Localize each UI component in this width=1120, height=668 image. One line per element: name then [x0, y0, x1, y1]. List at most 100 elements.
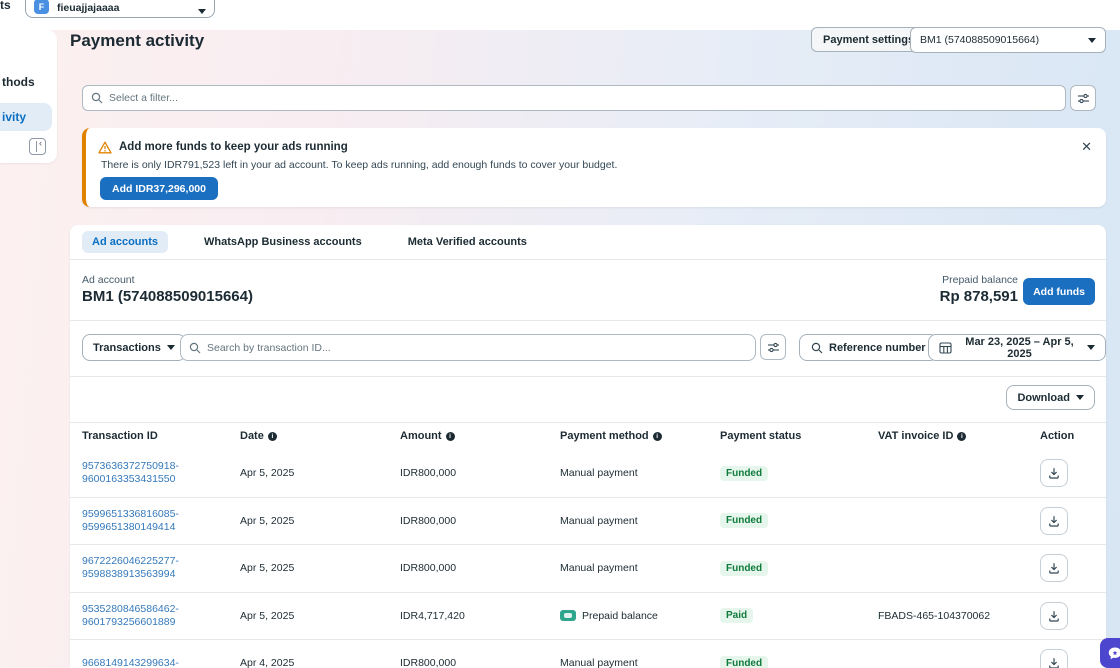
tab-meta-verified-accounts[interactable]: Meta Verified accounts: [398, 231, 537, 253]
table-row: 9535280846586462-9601793256601889 Apr 5,…: [70, 593, 1106, 641]
column-label: Date: [240, 430, 264, 442]
sidebar-collapse-icon[interactable]: [29, 138, 46, 155]
transaction-search-input[interactable]: Search by transaction ID...: [180, 334, 756, 361]
banner-title: Add more funds to keep your ads running: [119, 141, 348, 153]
transaction-date: Apr 5, 2025: [240, 610, 400, 622]
column-label: Transaction ID: [82, 430, 158, 442]
chevron-down-icon: [1076, 395, 1084, 400]
prepaid-balance-label: Prepaid balance: [942, 274, 1018, 286]
table-column-header[interactable]: Transaction ID: [82, 430, 240, 442]
date-range-picker[interactable]: Mar 23, 2025 – Apr 5, 2025: [928, 334, 1106, 361]
divider: [70, 376, 1106, 377]
payment-method-label: Prepaid balance: [582, 610, 658, 622]
payment-method: Manual payment: [560, 562, 720, 574]
column-label: Action: [1040, 430, 1074, 442]
table-column-header[interactable]: Date: [240, 430, 400, 442]
filter-search-input[interactable]: Select a filter...: [82, 85, 1066, 111]
account-selector-label: BM1 (574088509015664): [920, 34, 1088, 46]
chat-widget-button[interactable]: [1100, 638, 1120, 668]
table-body: 9573636372750918-9600163353431550 Apr 5,…: [70, 450, 1106, 668]
search-icon: [189, 342, 201, 354]
account-selector-dropdown[interactable]: BM1 (574088509015664): [910, 27, 1106, 53]
status-badge: Funded: [720, 466, 768, 481]
transactions-toolbar: Transactions Search by transaction ID...…: [70, 320, 1106, 376]
search-icon: [91, 92, 103, 104]
download-icon: [1047, 609, 1061, 623]
payment-method-label: Manual payment: [560, 657, 638, 668]
account-tabs: Ad accounts WhatsApp Business accounts M…: [82, 225, 537, 259]
top-bar: ts F fieuajjajaaaa: [0, 0, 1120, 30]
vat-invoice-id: FBADS-465-104370062: [878, 610, 1040, 622]
prepaid-balance-value: Rp 878,591: [940, 288, 1018, 305]
sliders-icon: [1077, 92, 1090, 105]
transaction-date: Apr 5, 2025: [240, 467, 400, 479]
table-row: 9672226046225277-9598838913563994 Apr 5,…: [70, 545, 1106, 593]
transaction-date: Apr 4, 2025: [240, 657, 400, 668]
payment-method: Manual payment: [560, 657, 720, 668]
table-row: 9573636372750918-9600163353431550 Apr 5,…: [70, 450, 1106, 498]
sidebar-item-payment-activity[interactable]: ivity: [2, 110, 26, 124]
download-button[interactable]: Download: [1006, 385, 1095, 410]
download-invoice-button[interactable]: [1040, 554, 1068, 582]
payment-method-label: Manual payment: [560, 467, 638, 479]
reference-number-label: Reference number: [829, 342, 926, 354]
filter-placeholder: Select a filter...: [109, 92, 178, 104]
table-column-header[interactable]: Amount: [400, 430, 560, 442]
download-invoice-button[interactable]: [1040, 459, 1068, 487]
chevron-down-icon: [167, 345, 175, 350]
status-badge: Funded: [720, 513, 768, 528]
transaction-id-link[interactable]: 9672226046225277-9598838913563994: [82, 555, 240, 581]
info-icon[interactable]: [268, 432, 277, 441]
sidebar: thods ivity: [0, 30, 57, 163]
reference-number-button[interactable]: Reference number: [799, 334, 938, 361]
info-icon[interactable]: [653, 432, 662, 441]
download-invoice-button[interactable]: [1040, 602, 1068, 630]
transaction-date: Apr 5, 2025: [240, 562, 400, 574]
column-label: Payment method: [560, 430, 649, 442]
transactions-dropdown[interactable]: Transactions: [82, 334, 186, 361]
download-invoice-button[interactable]: [1040, 507, 1068, 535]
payment-settings-button[interactable]: Payment settings: [811, 27, 926, 52]
add-funds-banner-button[interactable]: Add IDR37,296,000: [100, 177, 218, 200]
table-column-header[interactable]: Payment status: [720, 430, 878, 442]
transaction-search-placeholder: Search by transaction ID...: [207, 342, 331, 354]
transaction-id-link[interactable]: 9599651336816085-9599651380149414: [82, 508, 240, 534]
calendar-icon: [939, 341, 952, 354]
payment-method: Manual payment: [560, 467, 720, 479]
table-column-header[interactable]: Payment method: [560, 430, 720, 442]
tab-ad-accounts[interactable]: Ad accounts: [82, 231, 168, 253]
table-column-header[interactable]: Action: [1040, 430, 1106, 442]
transactions-dropdown-label: Transactions: [93, 342, 161, 354]
filter-options-button[interactable]: [1070, 85, 1096, 111]
add-funds-button[interactable]: Add funds: [1023, 278, 1095, 305]
download-icon: [1047, 466, 1061, 480]
transaction-id-link[interactable]: 9535280846586462-9601793256601889: [82, 603, 240, 629]
payment-method-label: Manual payment: [560, 515, 638, 527]
payment-activity-page: ts F fieuajjajaaaa thods ivity Payment a…: [0, 0, 1120, 668]
column-label: VAT invoice ID: [878, 430, 953, 442]
chevron-down-icon: [198, 9, 206, 14]
ad-account-label: Ad account: [82, 274, 135, 286]
transaction-id-link[interactable]: 9668149143299634-: [82, 657, 240, 668]
close-icon[interactable]: ✕: [1081, 140, 1092, 153]
accounts-card: Ad accounts WhatsApp Business accounts M…: [70, 225, 1106, 668]
transaction-amount: IDR800,000: [400, 467, 560, 479]
table-column-header[interactable]: VAT invoice ID: [878, 430, 1040, 442]
tab-whatsapp-business-accounts[interactable]: WhatsApp Business accounts: [194, 231, 372, 253]
download-icon: [1047, 656, 1061, 668]
warning-icon: [98, 141, 112, 154]
status-badge: Funded: [720, 561, 768, 576]
info-icon[interactable]: [446, 432, 455, 441]
business-selector-dropdown[interactable]: F fieuajjajaaaa: [25, 0, 215, 18]
transaction-id-link[interactable]: 9573636372750918-9600163353431550: [82, 460, 240, 486]
table-row: 9599651336816085-9599651380149414 Apr 5,…: [70, 498, 1106, 546]
table-row: 9668149143299634- Apr 4, 2025 IDR800,000…: [70, 640, 1106, 668]
business-avatar: F: [34, 0, 49, 14]
info-icon[interactable]: [957, 432, 966, 441]
download-invoice-button[interactable]: [1040, 649, 1068, 668]
sidebar-item-payment-methods[interactable]: thods: [2, 75, 35, 89]
transaction-date: Apr 5, 2025: [240, 515, 400, 527]
search-options-button[interactable]: [760, 334, 786, 360]
banner-body: There is only IDR791,523 left in your ad…: [101, 159, 617, 171]
download-icon: [1047, 514, 1061, 528]
